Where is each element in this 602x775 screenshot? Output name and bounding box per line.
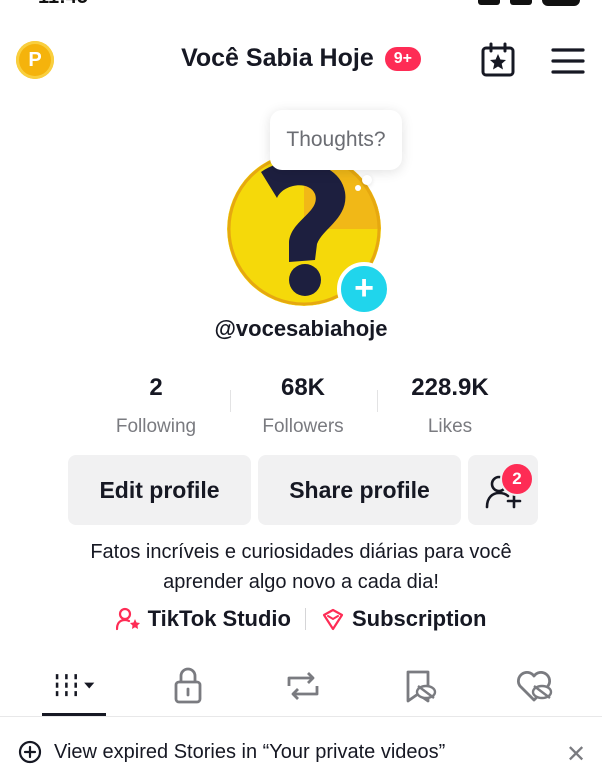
repost-icon[interactable] — [281, 664, 325, 708]
links-divider — [304, 608, 306, 630]
lock-icon[interactable] — [166, 664, 210, 708]
liked-hidden-icon[interactable] — [512, 664, 556, 708]
page-title[interactable]: Você Sabia Hoje — [181, 44, 374, 72]
battery-indicator: 37 — [542, 0, 580, 6]
wifi-icon — [510, 0, 532, 5]
calendar-star-icon[interactable] — [480, 42, 516, 78]
stat-value: 68K — [280, 374, 326, 401]
account-switch-badge[interactable]: 9+ — [384, 47, 421, 71]
notice-text: View expired Stories in “Your private vi… — [54, 740, 446, 763]
videos-grid-tab-icon[interactable] — [52, 664, 96, 708]
expired-stories-notice[interactable]: View expired Stories in “Your private vi… — [18, 740, 445, 764]
profile-links: TikTok Studio Subscription — [0, 606, 602, 632]
studio-label: TikTok Studio — [147, 606, 291, 631]
stat-likes[interactable]: 228.9K Likes — [375, 374, 525, 438]
add-story-button[interactable]: + — [337, 262, 391, 316]
edit-profile-button[interactable]: Edit profile — [68, 455, 251, 525]
status-time: 11:45 — [38, 0, 88, 9]
bubble-tail-small — [355, 185, 361, 191]
subscription-label: Subscription — [351, 606, 487, 631]
add-circle-icon — [18, 740, 42, 764]
bio-line-2: aprender algo novo a cada dia! — [163, 571, 439, 593]
tiktok-studio-link[interactable]: TikTok Studio — [115, 606, 291, 632]
favorites-hidden-icon[interactable] — [398, 664, 442, 708]
profile-bio: Fatos incríveis e curiosidades diárias p… — [0, 537, 602, 597]
stat-value: 228.9K — [411, 374, 489, 401]
username: @vocesabiahoje — [214, 316, 388, 341]
subscription-icon — [322, 608, 344, 631]
stat-following[interactable]: 2 Following — [81, 374, 231, 438]
plus-icon: + — [354, 269, 374, 307]
studio-icon — [115, 607, 140, 631]
stat-label: Following — [115, 416, 197, 437]
bubble-tail — [362, 175, 372, 185]
tabs-divider — [0, 716, 602, 717]
close-icon[interactable]: ✕ — [566, 740, 586, 770]
stat-followers[interactable]: 68K Followers — [228, 374, 378, 438]
stat-value: 2 — [149, 374, 163, 401]
bio-line-1: Fatos incríveis e curiosidades diárias p… — [90, 541, 512, 563]
status-icons: 37 — [478, 0, 580, 6]
subscription-link[interactable]: Subscription — [320, 606, 486, 632]
stat-label: Followers — [262, 416, 344, 437]
stat-label: Likes — [427, 416, 473, 437]
friends-notification-badge: 2 — [500, 462, 534, 496]
share-profile-button[interactable]: Share profile — [258, 455, 461, 525]
thoughts-bubble[interactable]: Thoughts? — [270, 110, 402, 170]
menu-icon[interactable] — [551, 47, 585, 75]
signal-icon — [478, 0, 500, 5]
